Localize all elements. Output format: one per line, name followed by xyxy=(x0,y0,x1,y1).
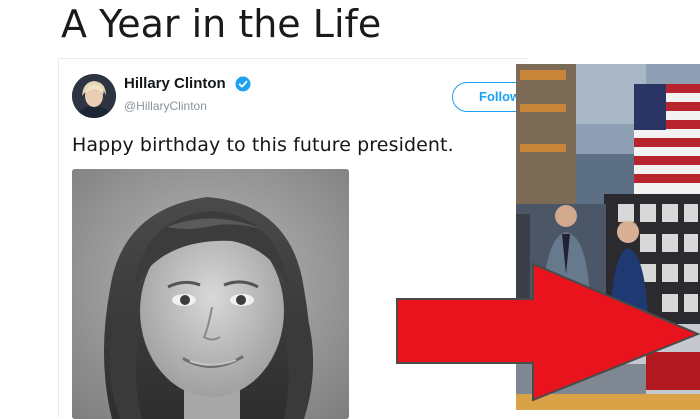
red-arrow-icon xyxy=(396,262,700,402)
tweet-photo[interactable] xyxy=(72,169,349,419)
avatar[interactable] xyxy=(72,74,116,118)
tweet-text: Happy birthday to this future president. xyxy=(72,134,454,156)
verified-check-icon xyxy=(235,76,251,92)
tweet-handle[interactable]: @HillaryClinton xyxy=(124,99,207,113)
page-title: A Year in the Life xyxy=(61,2,382,46)
tweet-display-name[interactable]: Hillary Clinton xyxy=(124,75,226,92)
